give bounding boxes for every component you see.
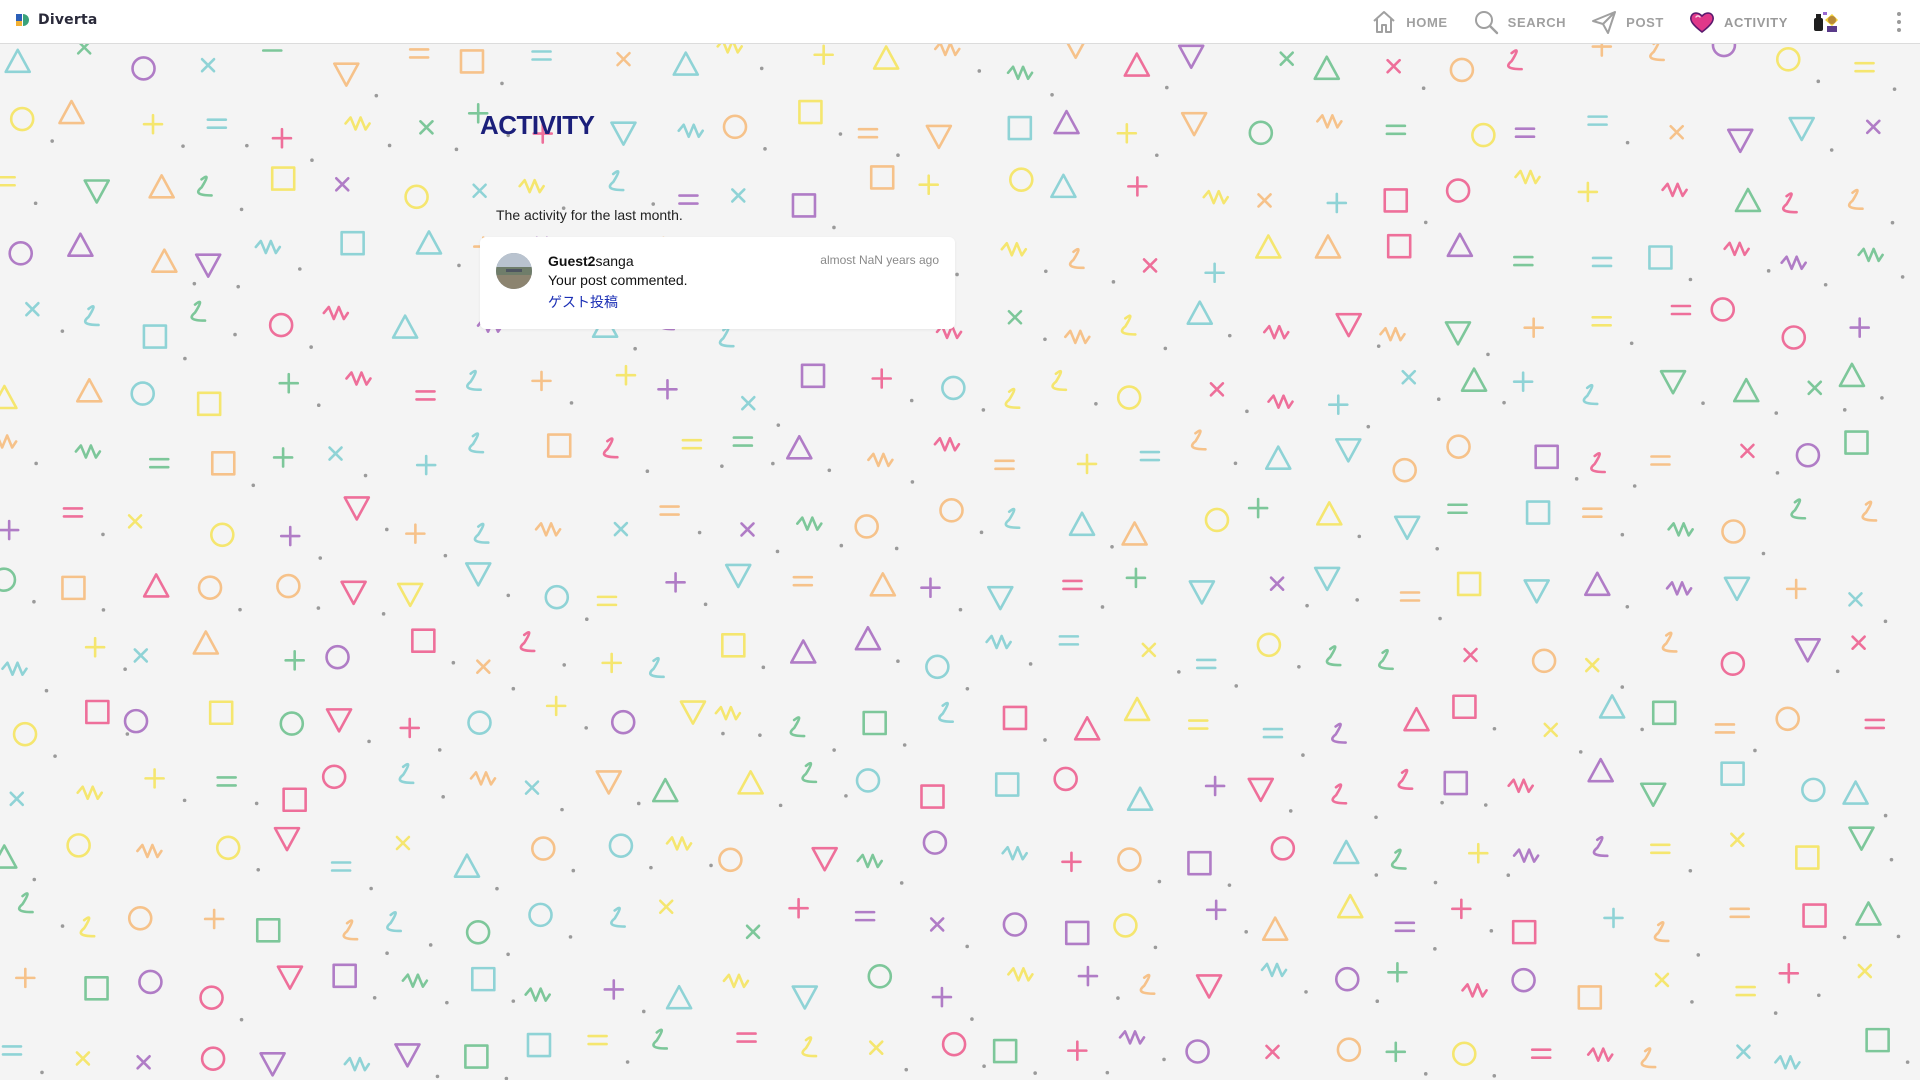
paper-plane-icon — [1592, 11, 1617, 34]
nav-home-label: HOME — [1406, 14, 1448, 30]
search-icon — [1474, 11, 1498, 35]
main-nav: HOME SEARCH POST ACTIVITY — [1358, 0, 1920, 44]
activity-post-link[interactable]: ゲスト投稿 — [548, 292, 688, 312]
nav-activity[interactable]: ACTIVITY — [1676, 0, 1800, 44]
activity-user[interactable]: Guest2sanga — [548, 253, 688, 269]
nav-search-label: SEARCH — [1507, 14, 1567, 30]
top-navigation-bar: Diverta HOME SEARCH POST ACTIVITY — [0, 0, 1920, 44]
activity-user-bold: Guest2 — [548, 253, 596, 269]
page-title: ACTIVITY — [480, 110, 595, 140]
diverta-logo-icon — [16, 14, 29, 26]
heart-icon — [1689, 12, 1714, 34]
nav-post[interactable]: POST — [1578, 0, 1676, 44]
nav-post-label: POST — [1626, 14, 1664, 30]
nav-search[interactable]: SEARCH — [1460, 0, 1579, 44]
activity-content: Guest2sanga Your post commented. ゲスト投稿 — [548, 253, 688, 312]
activity-user-rest: sanga — [595, 253, 634, 269]
activity-page: ACTIVITY The activity for the last month… — [480, 110, 960, 329]
background-pattern — [0, 32, 1910, 1080]
page-subtitle: The activity for the last month. — [496, 207, 683, 223]
user-avatar-icon[interactable] — [1810, 6, 1842, 38]
brand-name: Diverta — [38, 12, 98, 28]
activity-message: Your post commented. — [548, 272, 688, 288]
activity-timestamp: almost NaN years ago — [820, 253, 939, 267]
home-icon — [1373, 11, 1395, 33]
avatar[interactable] — [496, 253, 532, 289]
brand[interactable]: Diverta — [14, 11, 98, 29]
nav-home[interactable]: HOME — [1358, 0, 1459, 44]
more-menu-icon[interactable] — [1896, 12, 1902, 32]
activity-item[interactable]: Guest2sanga Your post commented. ゲスト投稿 a… — [480, 237, 955, 329]
nav-activity-label: ACTIVITY — [1723, 14, 1788, 30]
